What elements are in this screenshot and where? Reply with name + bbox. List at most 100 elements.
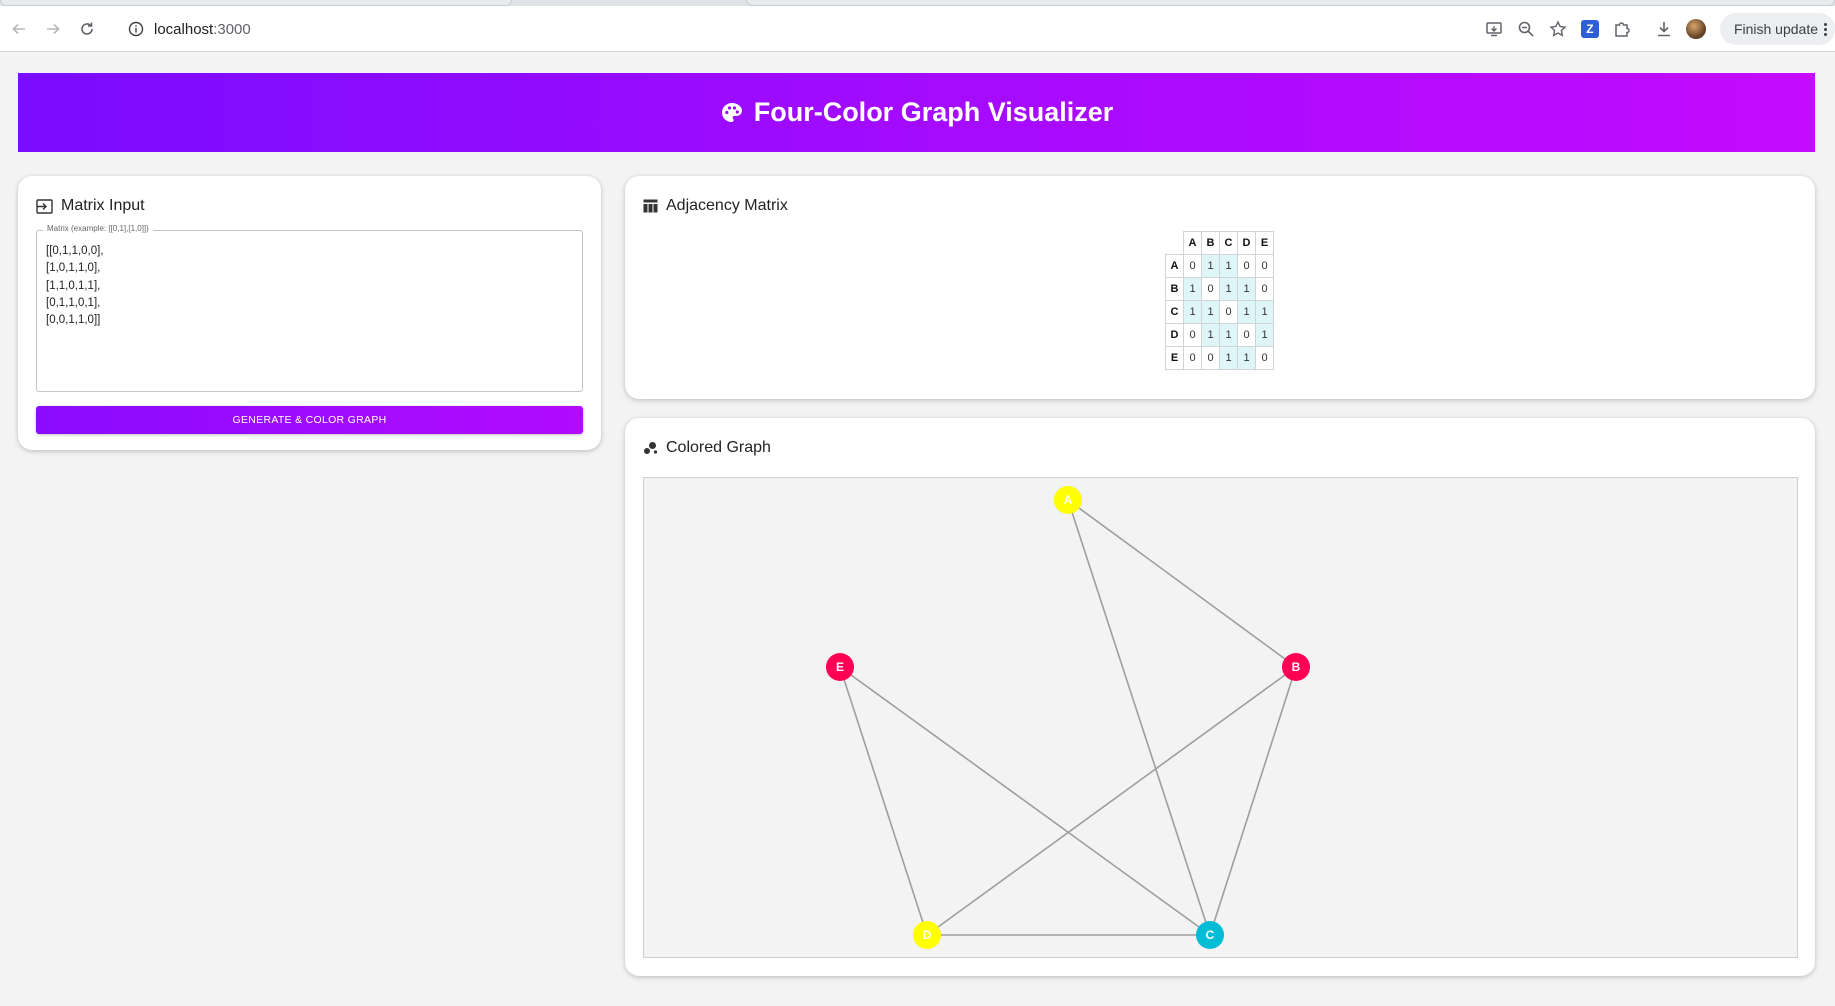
matrix-cell: 0: [1255, 254, 1274, 278]
url-host: localhost: [154, 20, 214, 38]
matrix-cell: 1: [1255, 300, 1274, 324]
browser-toolbar: localhost:3000 Z Finish update: [0, 6, 1835, 52]
bookmark-button[interactable]: [1542, 13, 1574, 45]
matrix-cell: 0: [1255, 277, 1274, 301]
column-header: A: [1183, 231, 1202, 255]
column-header: B: [1201, 231, 1220, 255]
graph-node-B[interactable]: B: [1282, 653, 1310, 681]
graph-node-label: E: [836, 660, 844, 674]
row-header: B: [1165, 277, 1184, 301]
url-text[interactable]: localhost:3000: [154, 21, 251, 38]
matrix-cell: 1: [1219, 323, 1238, 347]
adjacency-matrix-card: Adjacency Matrix ABCDEA01100B10110C11011…: [625, 176, 1815, 399]
matrix-cell: 1: [1201, 323, 1220, 347]
matrix-cell: 0: [1255, 346, 1274, 370]
graph-svg: A B C D E: [826, 486, 1310, 949]
bubble-chart-icon: [644, 442, 658, 454]
column-header: C: [1219, 231, 1238, 255]
row-header: D: [1165, 323, 1184, 347]
zoom-button[interactable]: [1510, 13, 1542, 45]
finish-update-button[interactable]: Finish update: [1719, 13, 1835, 45]
reload-icon: [81, 22, 93, 35]
matrix-cell: 1: [1219, 346, 1238, 370]
graph-edge-A-C: [1067, 499, 1211, 936]
matrix-cell: 1: [1201, 254, 1220, 278]
table-row: E00110: [1165, 346, 1274, 370]
extension-z-button[interactable]: Z: [1574, 13, 1606, 45]
graph-node-C[interactable]: C: [1196, 921, 1224, 949]
matrix-input-card: Matrix Input Matrix (example: [[0,1],[1,…: [18, 176, 601, 450]
zoom-out-icon: [1518, 21, 1534, 37]
matrix-field-label: Matrix (example: [[0,1],[1,0]]): [43, 224, 153, 233]
arrow-right-icon: [47, 23, 60, 34]
finish-update-label: Finish update: [1733, 21, 1818, 37]
matrix-cell: 1: [1201, 300, 1220, 324]
matrix-cell: 1: [1237, 277, 1256, 301]
profile-button[interactable]: [1680, 13, 1712, 45]
graph-node-label: D: [923, 928, 932, 942]
table-row: C11011: [1165, 300, 1274, 324]
colored-graph-heading: Colored Graph: [643, 439, 771, 457]
row-header: E: [1165, 346, 1184, 370]
graph-node-E[interactable]: E: [826, 653, 854, 681]
matrix-cell: 0: [1219, 300, 1238, 324]
matrix-textarea[interactable]: [46, 243, 566, 383]
matrix-input-title: Matrix Input: [61, 197, 145, 214]
graph-node-label: A: [1064, 493, 1073, 507]
avatar: [1685, 19, 1706, 39]
matrix-cell: 0: [1201, 346, 1220, 370]
url-port: :3000: [213, 20, 251, 38]
colored-graph-card: Colored Graph A B C D E: [625, 418, 1815, 976]
extensions-button[interactable]: [1606, 13, 1638, 45]
download-icon: [1657, 22, 1670, 37]
back-button[interactable]: [2, 12, 36, 46]
table-corner: [1165, 231, 1184, 255]
adjacency-matrix-title: Adjacency Matrix: [666, 197, 788, 214]
downloads-button[interactable]: [1648, 13, 1680, 45]
column-header: E: [1255, 231, 1274, 255]
puzzle-icon: [1615, 22, 1630, 37]
table-row: B10110: [1165, 277, 1274, 301]
page: Four-Color Graph Visualizer Matrix Input…: [0, 53, 1835, 1006]
matrix-cell: 1: [1237, 346, 1256, 370]
extension-z-icon: Z: [1580, 20, 1599, 38]
matrix-cell: 0: [1183, 346, 1202, 370]
matrix-cell: 0: [1201, 277, 1220, 301]
install-app-icon: [1486, 22, 1502, 37]
install-app-button[interactable]: [1478, 13, 1510, 45]
matrix-cell: 0: [1237, 323, 1256, 347]
row-header: C: [1165, 300, 1184, 324]
generate-color-graph-button[interactable]: GENERATE & COLOR GRAPH: [36, 406, 583, 434]
address-bar[interactable]: localhost:3000: [118, 11, 1438, 47]
matrix-cell: 1: [1237, 300, 1256, 324]
matrix-cell: 1: [1219, 254, 1238, 278]
input-icon: [36, 198, 53, 214]
graph-node-D[interactable]: D: [913, 921, 941, 949]
browser-actions: Z Finish update: [1478, 11, 1835, 47]
table-row: D01101: [1165, 323, 1274, 347]
forward-button[interactable]: [36, 12, 70, 46]
palette-icon: [721, 102, 742, 122]
adjacency-table: ABCDEA01100B10110C11011D01101E00110: [1165, 231, 1274, 370]
graph-node-A[interactable]: A: [1054, 486, 1082, 514]
matrix-cell: 1: [1255, 323, 1274, 347]
matrix-input-heading: Matrix Input: [36, 197, 145, 215]
table-icon: [643, 199, 658, 213]
graph-node-label: C: [1206, 928, 1215, 942]
graph-edge-B-D: [926, 666, 1297, 936]
reload-button[interactable]: [70, 12, 104, 46]
matrix-field[interactable]: Matrix (example: [[0,1],[1,0]]): [36, 224, 583, 392]
matrix-cell: 0: [1237, 254, 1256, 278]
table-row: A01100: [1165, 254, 1274, 278]
colored-graph-title: Colored Graph: [666, 439, 771, 456]
page-title: Four-Color Graph Visualizer: [720, 97, 1113, 128]
row-header: A: [1165, 254, 1184, 278]
graph-edge-B-C: [1209, 666, 1297, 936]
graph-canvas[interactable]: A B C D E: [643, 477, 1798, 958]
graph-edge-A-B: [1067, 499, 1297, 668]
column-header: D: [1237, 231, 1256, 255]
graph-edge-C-E: [839, 666, 1211, 936]
site-info-icon[interactable]: [128, 21, 144, 37]
arrow-left-icon: [12, 23, 25, 34]
star-icon: [1549, 20, 1567, 37]
